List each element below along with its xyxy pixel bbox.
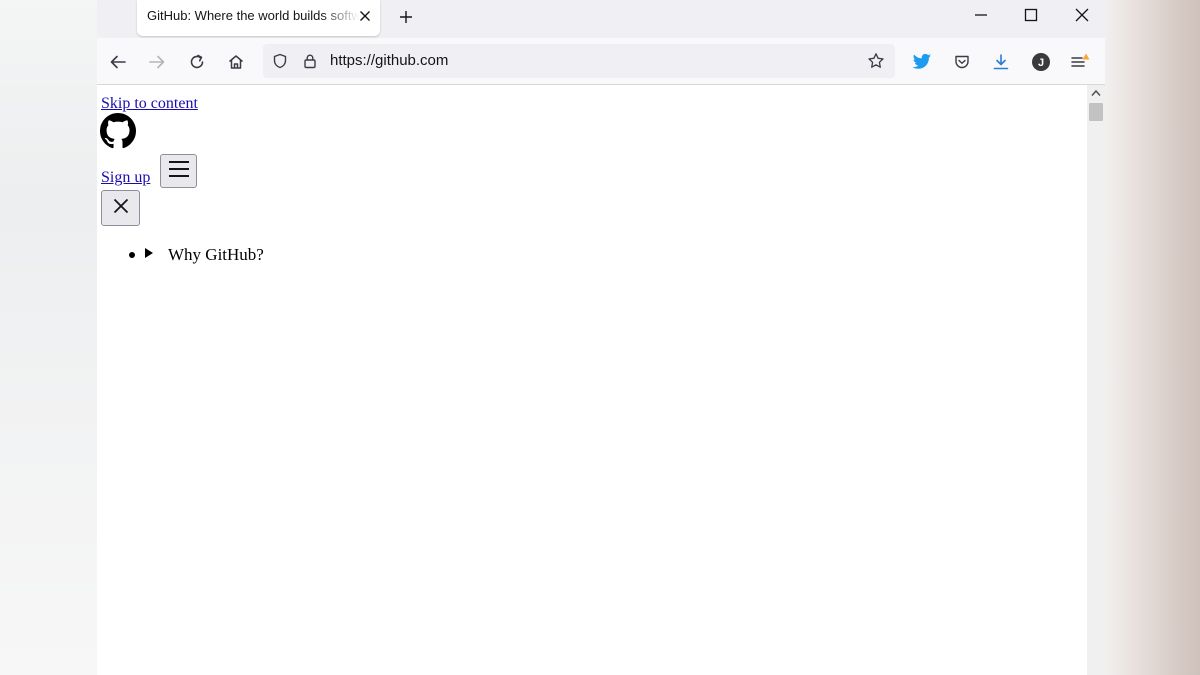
tab-close-icon[interactable] bbox=[357, 8, 373, 24]
github-octocat-icon[interactable] bbox=[100, 113, 136, 149]
minimize-icon[interactable] bbox=[967, 4, 995, 26]
maximize-icon[interactable] bbox=[1017, 4, 1045, 26]
desktop-background-left bbox=[0, 0, 97, 675]
sign-up-link[interactable]: Sign up bbox=[101, 169, 150, 187]
url-text: https://github.com bbox=[330, 52, 449, 69]
account-avatar-icon[interactable]: J bbox=[1029, 50, 1053, 74]
skip-to-content-link[interactable]: Skip to content bbox=[101, 95, 198, 113]
disclosure-triangle-icon[interactable] bbox=[145, 248, 153, 258]
url-bar[interactable]: https://github.com bbox=[263, 44, 895, 78]
scroll-up-chevron-icon[interactable] bbox=[1090, 87, 1102, 99]
home-icon[interactable] bbox=[224, 50, 248, 74]
bookmark-star-icon[interactable] bbox=[867, 52, 885, 70]
list-bullet bbox=[129, 252, 135, 258]
account-initial: J bbox=[1038, 57, 1044, 69]
app-menu-icon[interactable] bbox=[1068, 50, 1092, 74]
close-window-icon[interactable] bbox=[1068, 4, 1096, 26]
twitter-bird-icon[interactable] bbox=[910, 50, 934, 74]
close-menu-button[interactable] bbox=[101, 190, 140, 226]
vertical-scrollbar[interactable] bbox=[1087, 85, 1105, 675]
tab-github[interactable]: GitHub: Where the world builds software bbox=[137, 0, 380, 36]
reload-icon[interactable] bbox=[185, 50, 209, 74]
download-icon[interactable] bbox=[989, 50, 1013, 74]
forward-arrow-icon[interactable] bbox=[145, 50, 169, 74]
browser-window: GitHub: Where the world builds software bbox=[97, 0, 1105, 675]
tracking-shield-icon[interactable] bbox=[271, 52, 289, 70]
scrollbar-thumb[interactable] bbox=[1089, 103, 1103, 121]
hamburger-menu-button[interactable] bbox=[160, 154, 197, 188]
page-content: Skip to content Sign up Why GitHub? bbox=[97, 85, 1087, 675]
tab-bar: GitHub: Where the world builds software bbox=[97, 0, 1105, 38]
hamburger-menu-icon bbox=[168, 160, 190, 182]
back-arrow-icon[interactable] bbox=[106, 50, 130, 74]
pocket-icon[interactable] bbox=[950, 50, 974, 74]
new-tab-plus-icon[interactable] bbox=[395, 6, 417, 28]
menu-item-why-github[interactable]: Why GitHub? bbox=[168, 245, 264, 265]
close-icon bbox=[113, 198, 129, 218]
desktop-background-right bbox=[1105, 0, 1200, 675]
tab-title: GitHub: Where the world builds software bbox=[147, 8, 359, 23]
padlock-icon[interactable] bbox=[301, 52, 319, 70]
navigation-toolbar: https://github.com J bbox=[97, 38, 1105, 85]
